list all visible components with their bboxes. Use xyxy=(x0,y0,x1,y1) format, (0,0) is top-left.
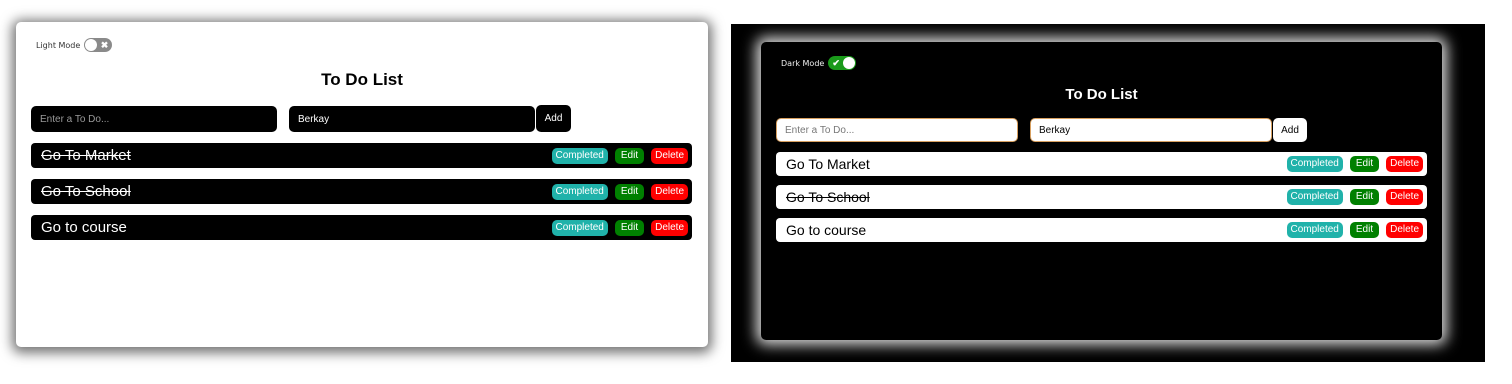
completed-button[interactable]: Completed xyxy=(551,147,608,164)
todo-text: Go To Market xyxy=(41,147,131,164)
todo-text: Go To Market xyxy=(786,156,870,172)
mode-toggle-row: Light Mode ✖ xyxy=(36,38,113,52)
todo-item: Go to course Completed Edit Delete xyxy=(776,218,1427,242)
edit-button[interactable]: Edit xyxy=(614,147,645,164)
edit-button[interactable]: Edit xyxy=(614,219,645,236)
mode-label: Light Mode xyxy=(36,40,81,50)
todo-item: Go To Market Completed Edit Delete xyxy=(776,152,1427,176)
delete-button[interactable]: Delete xyxy=(1386,156,1423,172)
delete-button[interactable]: Delete xyxy=(1386,189,1423,205)
dark-mode-panel: Dark Mode ✔ To Do List Add Go To Market … xyxy=(761,42,1442,340)
dark-mode-frame: Dark Mode ✔ To Do List Add Go To Market … xyxy=(731,24,1485,362)
completed-button[interactable]: Completed xyxy=(551,219,608,236)
dark-mode-toggle[interactable]: ✔ xyxy=(828,56,857,70)
toggle-knob xyxy=(85,39,98,51)
toggle-knob xyxy=(843,57,856,69)
edit-button[interactable]: Edit xyxy=(1349,189,1380,205)
completed-button[interactable]: Completed xyxy=(1286,189,1343,205)
mode-label: Dark Mode xyxy=(781,58,825,68)
todo-text: Go to course xyxy=(41,219,127,236)
edit-button[interactable]: Edit xyxy=(1349,156,1380,172)
todo-item: Go to course Completed Edit Delete xyxy=(31,215,692,240)
todo-item: Go To School Completed Edit Delete xyxy=(776,185,1427,209)
edit-button[interactable]: Edit xyxy=(614,183,645,200)
page-title: To Do List xyxy=(1065,86,1138,103)
completed-button[interactable]: Completed xyxy=(1286,222,1343,238)
edit-button[interactable]: Edit xyxy=(1349,222,1380,238)
check-icon: ✔ xyxy=(832,58,840,68)
name-input[interactable] xyxy=(1030,118,1272,142)
completed-button[interactable]: Completed xyxy=(1286,156,1343,172)
name-input[interactable] xyxy=(289,106,535,132)
light-mode-panel: Light Mode ✖ To Do List Add Go To Market… xyxy=(16,22,708,347)
todo-item: Go To Market Completed Edit Delete xyxy=(31,143,692,168)
delete-button[interactable]: Delete xyxy=(651,219,688,236)
close-icon: ✖ xyxy=(100,40,109,50)
todo-text: Go To School xyxy=(41,183,131,200)
todo-input[interactable] xyxy=(776,118,1018,142)
completed-button[interactable]: Completed xyxy=(551,183,608,200)
add-button[interactable]: Add xyxy=(536,105,571,132)
mode-toggle-row: Dark Mode ✔ xyxy=(781,56,857,70)
todo-item: Go To School Completed Edit Delete xyxy=(31,179,692,204)
delete-button[interactable]: Delete xyxy=(1386,222,1423,238)
delete-button[interactable]: Delete xyxy=(651,183,688,200)
dark-mode-toggle[interactable]: ✖ xyxy=(84,38,113,52)
todo-input[interactable] xyxy=(31,106,277,132)
todo-text: Go to course xyxy=(786,222,867,238)
delete-button[interactable]: Delete xyxy=(651,147,688,164)
page-title: To Do List xyxy=(321,70,403,89)
add-button[interactable]: Add xyxy=(1273,118,1307,142)
todo-text: Go To School xyxy=(786,189,870,205)
